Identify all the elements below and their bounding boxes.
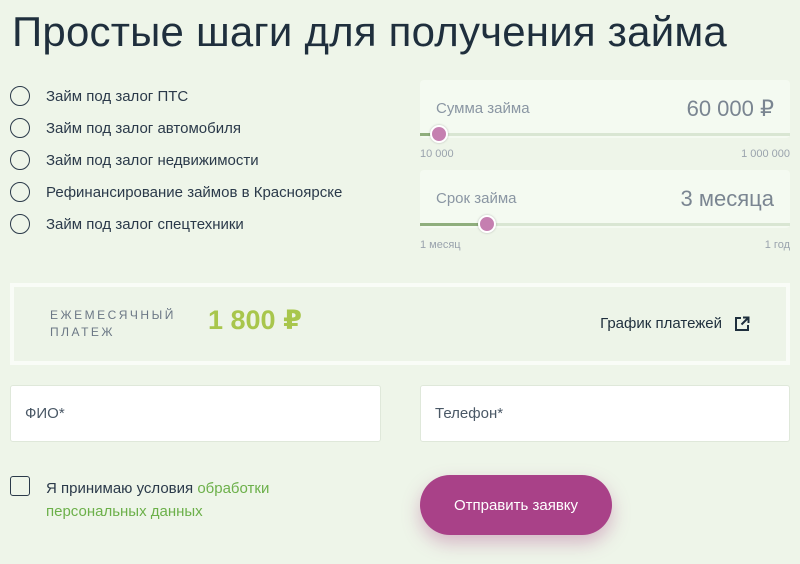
caption-line: ПЛАТЕЖ xyxy=(50,325,115,339)
loan-type-option-pts[interactable]: Займ под залог ПТС xyxy=(10,80,342,112)
personal-data-link-part: персональных данных xyxy=(46,503,203,520)
radio-button[interactable] xyxy=(10,86,30,106)
phone-input[interactable] xyxy=(420,385,790,442)
loan-type-label: Рефинансирование займов в Красноярске xyxy=(46,183,343,201)
term-value: 3 месяца xyxy=(680,186,774,211)
loan-type-label: Займ под залог автомобиля xyxy=(46,119,241,137)
payment-schedule-label: График платежей xyxy=(600,315,722,332)
consent-text: Я принимаю условия обработки персональных… xyxy=(46,477,269,523)
amount-field[interactable]: Сумма займа 60 000 ₽ xyxy=(420,80,790,138)
loan-type-label: Займ под залог недвижимости xyxy=(46,151,259,169)
amount-value: 60 000 ₽ xyxy=(686,96,774,121)
loan-type-label: Займ под залог спецтехники xyxy=(46,215,244,233)
loan-type-option-auto[interactable]: Займ под залог автомобиля xyxy=(10,112,342,144)
loan-type-option-realty[interactable]: Займ под залог недвижимости xyxy=(10,144,342,176)
consent-label: Я принимаю условия xyxy=(46,480,198,497)
consent-checkbox[interactable] xyxy=(10,476,30,496)
term-min-label: 1 месяц xyxy=(420,239,461,251)
term-slider-track[interactable] xyxy=(420,223,790,226)
loan-type-label: Займ под залог ПТС xyxy=(46,87,189,105)
radio-button[interactable] xyxy=(10,182,30,202)
monthly-payment-caption: ЕЖЕМЕСЯЧНЫЙ ПЛАТЕЖ xyxy=(50,307,190,341)
payment-schedule-link[interactable]: График платежей xyxy=(600,315,750,332)
monthly-payment-panel: ЕЖЕМЕСЯЧНЫЙ ПЛАТЕЖ 1 800 ₽ График платеж… xyxy=(10,283,790,365)
term-label: Срок займа xyxy=(436,190,517,207)
monthly-payment-amount: 1 800 ₽ xyxy=(208,305,302,335)
page-title: Простые шаги для получения займа xyxy=(12,8,727,55)
loan-type-list: Займ под залог ПТС Займ под залог автомо… xyxy=(10,80,342,240)
radio-button[interactable] xyxy=(10,150,30,170)
amount-slider-track[interactable] xyxy=(420,133,790,136)
personal-data-link-part: обработки xyxy=(197,480,270,497)
external-link-icon xyxy=(735,316,750,331)
amount-label: Сумма займа xyxy=(436,100,530,117)
term-slider-thumb[interactable] xyxy=(477,215,496,233)
loan-type-option-refinance[interactable]: Рефинансирование займов в Красноярске xyxy=(10,176,342,208)
term-max-label: 1 год xyxy=(764,239,790,251)
caption-line: ЕЖЕМЕСЯЧНЫЙ xyxy=(50,308,176,322)
amount-slider-thumb[interactable] xyxy=(429,125,448,143)
submit-application-button[interactable]: Отправить заявку xyxy=(420,475,612,535)
loan-type-option-special[interactable]: Займ под залог спецтехники xyxy=(10,208,342,240)
full-name-input[interactable] xyxy=(10,385,381,442)
term-slider-fill xyxy=(420,223,487,226)
radio-button[interactable] xyxy=(10,214,30,234)
radio-button[interactable] xyxy=(10,118,30,138)
term-field[interactable]: Срок займа 3 месяца xyxy=(420,170,790,228)
amount-min-label: 10 000 xyxy=(420,148,454,160)
amount-max-label: 1 000 000 xyxy=(741,148,790,160)
